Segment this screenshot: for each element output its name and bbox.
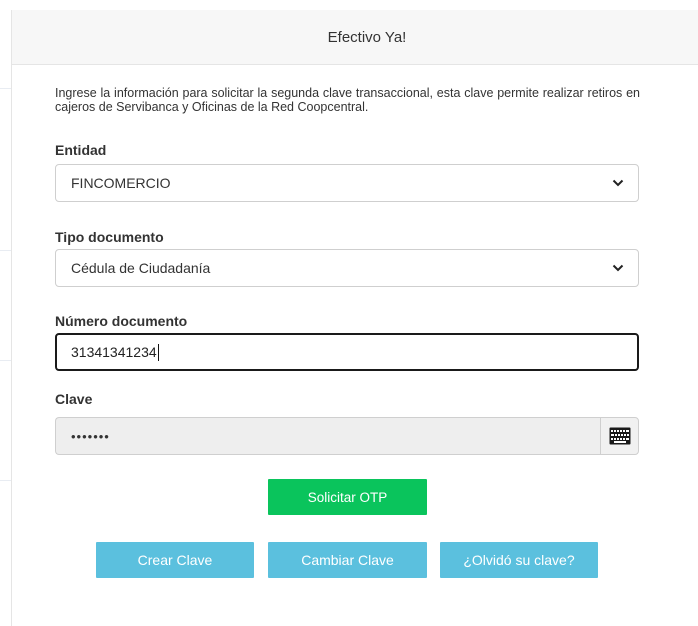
tipo-documento-selected-value: Cédula de Ciudadanía (71, 260, 211, 276)
clave-masked-value: ••••••• (71, 428, 110, 444)
solicitar-otp-button[interactable]: Solicitar OTP (268, 479, 427, 515)
crear-clave-button[interactable]: Crear Clave (96, 542, 254, 578)
numero-documento-value: 31341341234 (71, 344, 157, 360)
entidad-select[interactable]: FINCOMERCIO (55, 164, 639, 202)
numero-documento-label: Número documento (55, 313, 188, 329)
clave-input[interactable]: ••••••• (55, 417, 600, 455)
tipo-documento-select[interactable]: Cédula de Ciudadanía (55, 249, 639, 287)
olvido-clave-button[interactable]: ¿Olvidó su clave? (440, 542, 598, 578)
chevron-down-icon (612, 264, 624, 272)
entidad-selected-value: FINCOMERCIO (71, 175, 171, 191)
intro-text: Ingrese la información para solicitar la… (55, 86, 640, 114)
page: Efectivo Ya! Ingrese la información para… (0, 0, 698, 626)
text-caret (157, 343, 159, 361)
virtual-keyboard-button[interactable] (600, 417, 639, 455)
modal-title: Efectivo Ya! (327, 28, 407, 46)
clave-label: Clave (55, 391, 93, 407)
keyboard-icon (609, 427, 630, 445)
chevron-down-icon (612, 179, 624, 187)
modal-header: Efectivo Ya! (12, 10, 698, 65)
cambiar-clave-button[interactable]: Cambiar Clave (268, 542, 427, 578)
numero-documento-input[interactable]: 31341341234 (55, 333, 639, 371)
tipo-documento-label: Tipo documento (55, 229, 164, 245)
entidad-label: Entidad (55, 142, 107, 158)
